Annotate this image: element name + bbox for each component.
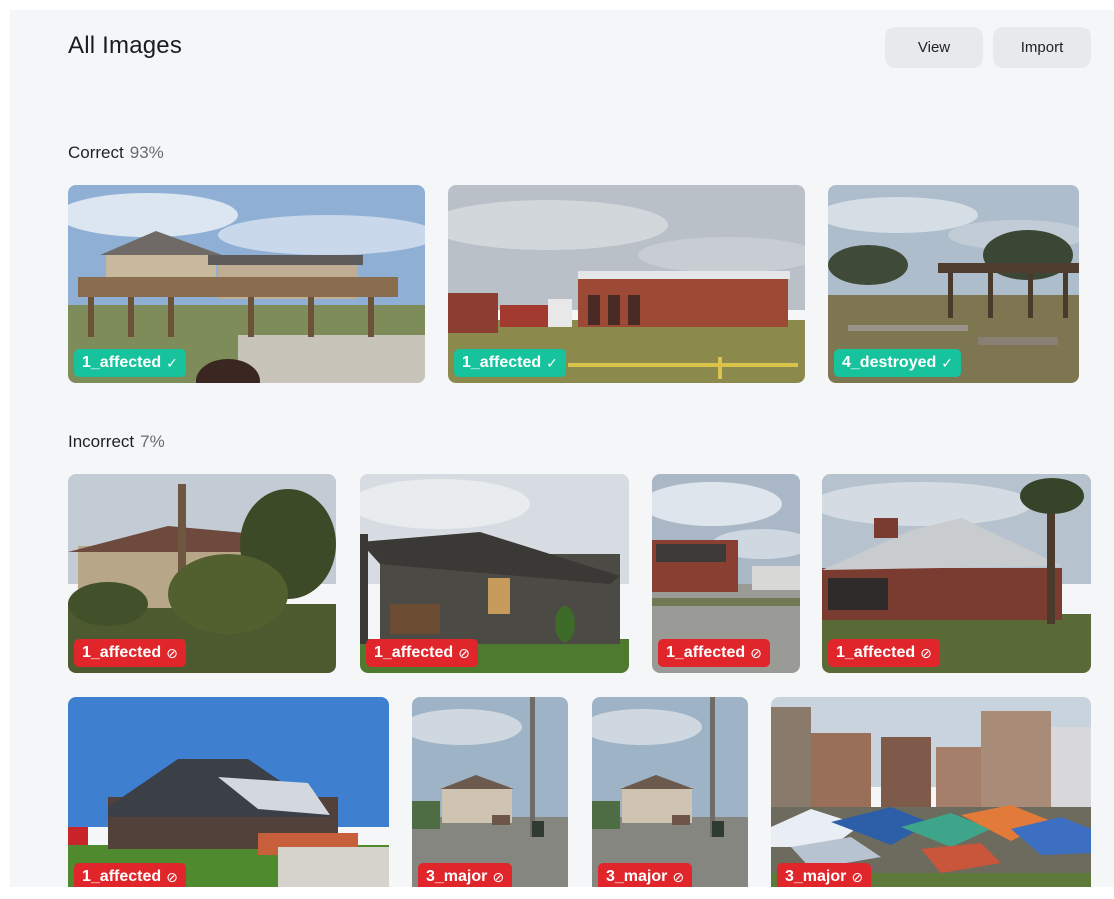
image-card[interactable]: 4_destroyed ✓ <box>828 185 1079 383</box>
image-card[interactable]: 1_affected ✓ <box>68 185 425 383</box>
prohibited-icon: ⊘ <box>750 644 762 661</box>
damage-label-badge: 1_affected ✓ <box>454 349 566 377</box>
damage-label-badge: 3_major ⊘ <box>598 863 693 887</box>
photo-driveway-pole <box>592 697 748 887</box>
badge-text: 1_affected <box>374 644 454 661</box>
image-card[interactable]: 3_major ⊘ <box>771 697 1091 887</box>
damage-label-badge: 3_major ⊘ <box>418 863 513 887</box>
image-card[interactable]: 1_affected ⊘ <box>68 697 389 887</box>
damage-label-badge: 1_affected ✓ <box>74 349 186 377</box>
page-title: All Images <box>68 32 183 59</box>
section-correct-label: Correct <box>68 143 124 162</box>
app-frame: All Images View Import Correct 93% 1_aff… <box>10 10 1114 887</box>
damage-label-badge: 1_affected ⊘ <box>828 639 940 667</box>
prohibited-icon: ⊘ <box>672 868 685 885</box>
section-incorrect-percent: 7% <box>140 432 165 451</box>
damage-label-badge: 3_major ⊘ <box>777 863 872 887</box>
badge-text: 3_major <box>426 868 488 885</box>
damage-label-badge: 1_affected ⊘ <box>74 639 186 667</box>
badge-text: 1_affected <box>666 644 746 661</box>
badge-text: 1_affected <box>836 644 916 661</box>
prohibited-icon: ⊘ <box>851 868 864 885</box>
prohibited-icon: ⊘ <box>166 868 178 885</box>
prohibited-icon: ⊘ <box>166 644 178 661</box>
badge-text: 1_affected <box>82 868 162 885</box>
check-icon: ✓ <box>546 354 558 371</box>
photo-dark-gable-house <box>68 697 389 887</box>
image-card[interactable]: 1_affected ⊘ <box>68 474 336 673</box>
image-card[interactable]: 3_major ⊘ <box>592 697 748 887</box>
prohibited-icon: ⊘ <box>458 644 470 661</box>
import-button[interactable]: Import <box>993 27 1091 68</box>
damage-label-badge: 1_affected ⊘ <box>74 863 186 887</box>
section-incorrect-title: Incorrect 7% <box>68 432 165 452</box>
check-icon: ✓ <box>941 354 953 371</box>
damage-label-badge: 1_affected ⊘ <box>366 639 478 667</box>
section-incorrect-label: Incorrect <box>68 432 135 451</box>
photo-tent-camp <box>771 697 1091 887</box>
badge-text: 4_destroyed <box>842 354 937 371</box>
page-header: All Images View Import <box>68 27 1092 74</box>
image-card[interactable]: 1_affected ⊘ <box>822 474 1091 673</box>
badge-text: 1_affected <box>82 644 162 661</box>
check-icon: ✓ <box>166 354 178 371</box>
image-card[interactable]: 1_affected ⊘ <box>360 474 629 673</box>
badge-text: 3_major <box>785 868 847 885</box>
image-card[interactable]: 3_major ⊘ <box>412 697 568 887</box>
header-actions: View Import <box>885 27 1091 68</box>
prohibited-icon: ⊘ <box>920 644 932 661</box>
section-correct-percent: 93% <box>129 143 164 162</box>
prohibited-icon: ⊘ <box>492 868 505 885</box>
image-card[interactable]: 1_affected ✓ <box>448 185 805 383</box>
badge-text: 1_affected <box>462 354 542 371</box>
badge-text: 1_affected <box>82 354 162 371</box>
damage-label-badge: 1_affected ⊘ <box>658 639 770 667</box>
damage-label-badge: 4_destroyed ✓ <box>834 349 961 377</box>
photo-driveway-pole <box>412 697 568 887</box>
image-card[interactable]: 1_affected ⊘ <box>652 474 800 673</box>
badge-text: 3_major <box>606 868 668 885</box>
view-button[interactable]: View <box>885 27 983 68</box>
section-correct-title: Correct 93% <box>68 143 164 163</box>
